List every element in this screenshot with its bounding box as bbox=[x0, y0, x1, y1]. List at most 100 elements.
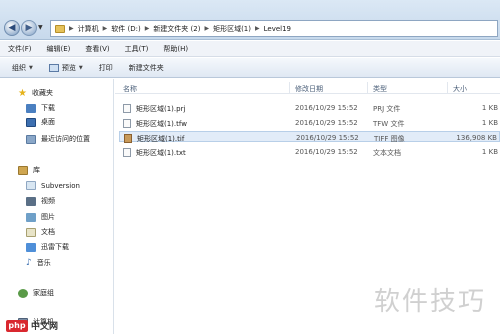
chevron-right-icon[interactable]: ▶ bbox=[204, 25, 209, 32]
arrow-left-icon: ◀ bbox=[8, 23, 16, 33]
sidebar-item-favorites[interactable]: ★ 收藏夹 bbox=[18, 88, 53, 98]
address-bar-area: ◀ ▶ ▼ ▶ 计算机 ▶ 软件 (D:) ▶ 新建文件夹 (2) ▶ 矩形区域… bbox=[0, 0, 500, 40]
column-header-type[interactable]: 类型 bbox=[373, 84, 387, 94]
address-field[interactable]: ▶ 计算机 ▶ 软件 (D:) ▶ 新建文件夹 (2) ▶ 矩形区域(1) ▶ … bbox=[50, 20, 498, 37]
organize-label: 组织 bbox=[12, 63, 26, 72]
new-folder-label: 新建文件夹 bbox=[128, 63, 164, 72]
chevron-right-icon[interactable]: ▶ bbox=[255, 25, 260, 32]
menu-view[interactable]: 查看(V) bbox=[85, 44, 109, 54]
back-button[interactable]: ◀ bbox=[4, 20, 20, 36]
star-icon: ★ bbox=[18, 87, 27, 99]
chevron-right-icon[interactable]: ▶ bbox=[145, 25, 150, 32]
file-type: TFW 文件 bbox=[373, 120, 405, 128]
breadcrumb-rect-area[interactable]: 矩形区域(1) bbox=[213, 24, 251, 34]
desktop-icon bbox=[26, 117, 36, 127]
recent-pages-dropdown[interactable]: ▼ bbox=[38, 24, 43, 31]
preview-icon bbox=[48, 63, 59, 72]
sidebar-item-label: 库 bbox=[33, 166, 40, 174]
column-divider[interactable] bbox=[367, 82, 368, 93]
column-header-name[interactable]: 名称 bbox=[123, 84, 137, 94]
chevron-right-icon[interactable]: ▶ bbox=[103, 25, 108, 32]
sidebar-item-label: 视频 bbox=[41, 197, 55, 205]
file-name: 矩形区域(1).prj bbox=[136, 105, 186, 113]
column-divider[interactable] bbox=[289, 82, 290, 93]
column-divider[interactable] bbox=[447, 82, 448, 93]
chevron-down-icon: ▼ bbox=[29, 64, 33, 71]
recent-places-icon bbox=[26, 134, 36, 144]
file-name: 矩形区域(1).txt bbox=[136, 149, 186, 157]
sidebar-item-videos[interactable]: 视频 bbox=[26, 196, 55, 206]
sidebar-item-recent[interactable]: 最近访问的位置 bbox=[26, 134, 90, 144]
print-button[interactable]: 打印 bbox=[99, 63, 113, 73]
file-icon bbox=[123, 104, 131, 113]
file-date: 2016/10/29 15:52 bbox=[296, 134, 359, 142]
menu-edit[interactable]: 编辑(E) bbox=[47, 44, 71, 54]
site-watermark: php 中文网 bbox=[6, 319, 58, 332]
sidebar-item-homegroup[interactable]: 家庭组 bbox=[18, 288, 54, 298]
file-size: 1 KB bbox=[481, 104, 498, 112]
navigation-pane: ★ 收藏夹 下载 桌面 最近访问的位置 库 Subversion 视频 图片 文… bbox=[0, 79, 114, 334]
file-date: 2016/10/29 15:52 bbox=[295, 119, 358, 127]
file-name: 矩形区域(1).tfw bbox=[136, 120, 187, 128]
sidebar-item-thunder[interactable]: 迅雷下载 bbox=[26, 242, 69, 252]
chevron-right-icon[interactable]: ▶ bbox=[69, 25, 74, 32]
sidebar-item-subversion[interactable]: Subversion bbox=[26, 181, 80, 190]
forward-button[interactable]: ▶ bbox=[21, 20, 37, 36]
column-header-size[interactable]: 大小 bbox=[453, 84, 467, 94]
sidebar-item-label: 下载 bbox=[41, 104, 55, 112]
download-icon bbox=[26, 103, 36, 113]
sidebar-item-documents[interactable]: 文档 bbox=[26, 227, 55, 237]
breadcrumb-new-folder[interactable]: 新建文件夹 (2) bbox=[153, 24, 200, 34]
sidebar-item-label: 音乐 bbox=[36, 259, 51, 267]
file-row[interactable]: 矩形区域(1).prj 2016/10/29 15:52 PRJ 文件 1 KB bbox=[119, 102, 500, 113]
sidebar-item-label: 收藏夹 bbox=[31, 89, 53, 97]
file-type: PRJ 文件 bbox=[373, 105, 401, 113]
sidebar-item-music[interactable]: ♪ 音乐 bbox=[26, 258, 51, 268]
documents-icon bbox=[26, 227, 36, 237]
sidebar-item-desktop[interactable]: 桌面 bbox=[26, 117, 55, 127]
arrow-right-icon: ▶ bbox=[25, 23, 33, 33]
menu-bar: 文件(F) 编辑(E) 查看(V) 工具(T) 帮助(H) bbox=[0, 41, 500, 57]
new-folder-button[interactable]: 新建文件夹 bbox=[129, 63, 164, 73]
command-toolbar: 组织 ▼ 预览 ▼ 打印 新建文件夹 bbox=[0, 58, 500, 78]
sidebar-item-label: 文档 bbox=[41, 228, 55, 236]
file-row[interactable]: 矩形区域(1).txt 2016/10/29 15:52 文本文档 1 KB bbox=[119, 146, 500, 157]
library-icon bbox=[18, 165, 28, 175]
preview-label: 预览 bbox=[61, 63, 76, 72]
sidebar-item-label: 家庭组 bbox=[33, 289, 54, 297]
sidebar-item-libraries[interactable]: 库 bbox=[18, 165, 40, 175]
pictures-icon bbox=[26, 212, 36, 222]
file-name: 矩形区域(1).tif bbox=[137, 135, 185, 143]
sidebar-item-pictures[interactable]: 图片 bbox=[26, 212, 55, 222]
organize-button[interactable]: 组织 ▼ bbox=[12, 63, 33, 73]
folder-icon bbox=[55, 24, 65, 33]
site-name: 中文网 bbox=[31, 322, 59, 332]
breadcrumb-drive[interactable]: 软件 (D:) bbox=[111, 24, 140, 34]
print-label: 打印 bbox=[98, 63, 113, 72]
chevron-down-icon: ▼ bbox=[78, 64, 83, 71]
menu-help[interactable]: 帮助(H) bbox=[163, 44, 188, 54]
file-row[interactable]: 矩形区域(1).tfw 2016/10/29 15:52 TFW 文件 1 KB bbox=[119, 117, 500, 128]
sidebar-item-label: 迅雷下载 bbox=[41, 243, 69, 251]
menu-file[interactable]: 文件(F) bbox=[8, 44, 32, 54]
sidebar-item-label: 桌面 bbox=[41, 118, 55, 126]
sidebar-item-label: 最近访问的位置 bbox=[41, 135, 90, 143]
breadcrumb-computer[interactable]: 计算机 bbox=[78, 24, 99, 34]
homegroup-icon bbox=[18, 288, 28, 298]
preview-button[interactable]: 预览 ▼ bbox=[48, 63, 83, 73]
breadcrumb-level[interactable]: Level19 bbox=[264, 25, 291, 33]
image-file-icon bbox=[124, 134, 132, 143]
file-row[interactable]: 矩形区域(1).tif 2016/10/29 15:52 TIFF 图像 136… bbox=[119, 131, 500, 143]
subversion-icon bbox=[26, 181, 36, 190]
file-size: 136,908 KB bbox=[456, 134, 497, 142]
column-header-date[interactable]: 修改日期 bbox=[295, 84, 323, 94]
file-size: 1 KB bbox=[481, 148, 498, 156]
thunder-download-icon bbox=[26, 242, 36, 252]
menu-tools[interactable]: 工具(T) bbox=[125, 44, 149, 54]
file-type: 文本文档 bbox=[373, 149, 401, 157]
sidebar-item-downloads[interactable]: 下载 bbox=[26, 103, 55, 113]
watermark-text: 软件技巧 bbox=[373, 287, 486, 317]
column-header-row: 名称 修改日期 类型 大小 bbox=[115, 80, 500, 94]
file-type: TIFF 图像 bbox=[374, 135, 405, 143]
music-icon: ♪ bbox=[26, 257, 32, 268]
